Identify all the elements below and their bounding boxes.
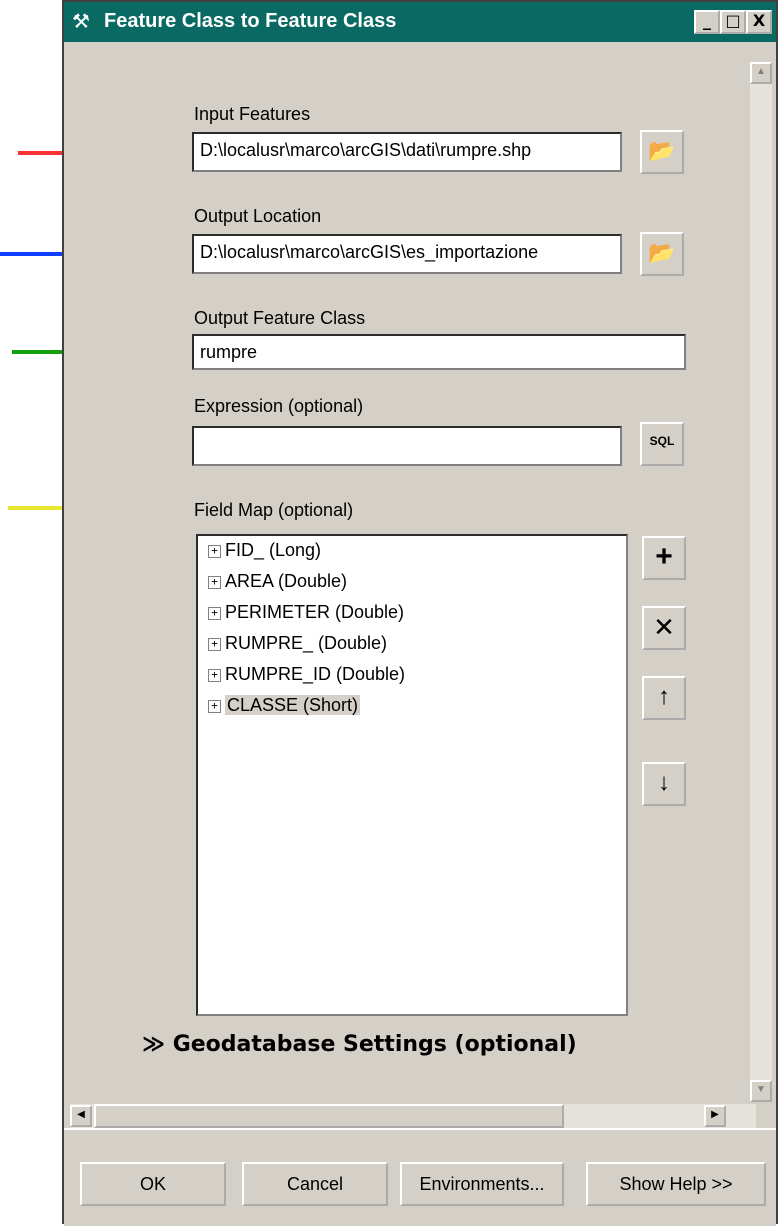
show-help-button[interactable]: Show Help >> <box>586 1162 766 1206</box>
add-field-button[interactable]: + <box>642 536 686 580</box>
window-title: Feature Class to Feature Class <box>104 10 397 32</box>
horizontal-scrollbar[interactable]: ◀ ▶ <box>70 1104 756 1128</box>
browse-output-button[interactable]: 📂 <box>640 232 684 276</box>
expand-icon[interactable]: + <box>208 668 221 682</box>
dialog-button-bar: OK Cancel Environments... Show Help >> <box>64 1128 776 1226</box>
ok-button[interactable]: OK <box>80 1162 226 1206</box>
scroll-thumb[interactable] <box>94 1104 564 1128</box>
list-item[interactable]: + AREA (Double) <box>208 571 347 592</box>
list-item[interactable]: + FID_ (Long) <box>208 540 321 561</box>
expand-icon[interactable]: + <box>208 544 221 558</box>
maximize-button[interactable]: □ <box>720 10 746 34</box>
output-feature-class-field[interactable]: rumpre <box>192 334 686 370</box>
scroll-up-button[interactable]: ▲ <box>750 62 772 84</box>
expand-icon[interactable]: + <box>208 575 221 589</box>
sql-icon: SQL <box>649 434 675 448</box>
arrow-up-icon: ↑ <box>658 683 670 710</box>
sql-button[interactable]: SQL <box>640 422 684 466</box>
arrow-down-icon: ↓ <box>658 769 670 796</box>
output-location-field[interactable]: D:\localusr\marco\arcGIS\es_importazione <box>192 234 622 274</box>
vertical-scrollbar[interactable]: ▲ ▼ <box>750 62 772 1102</box>
output-feature-class-label: Output Feature Class <box>194 308 366 328</box>
plus-icon: + <box>655 540 673 573</box>
folder-open-icon: 📂 <box>648 138 676 163</box>
cancel-button[interactable]: Cancel <box>242 1162 388 1206</box>
dialog-window: ⚒ Feature Class to Feature Class _ □ X I… <box>62 0 778 1226</box>
scroll-left-button[interactable]: ◀ <box>70 1105 92 1127</box>
close-icon: ✕ <box>653 612 675 642</box>
output-location-label: Output Location <box>194 206 322 226</box>
close-button[interactable]: X <box>746 10 772 34</box>
chevron-down-icon: ≫ <box>142 1032 173 1057</box>
scroll-down-button[interactable]: ▼ <box>750 1080 772 1102</box>
expand-icon[interactable]: + <box>208 606 221 620</box>
move-down-button[interactable]: ↓ <box>642 762 686 806</box>
list-item[interactable]: + RUMPRE_ (Double) <box>208 633 387 654</box>
delete-field-button[interactable]: ✕ <box>642 606 686 650</box>
expression-field[interactable] <box>192 426 622 466</box>
expression-label: Expression (optional) <box>194 396 364 416</box>
minimize-button[interactable]: _ <box>694 10 720 34</box>
field-map-list[interactable]: + FID_ (Long) + AREA (Double) + PERIMETER (… <box>196 534 628 1016</box>
geodatabase-settings-toggle[interactable]: ≫ Geodatabase Settings (optional) <box>142 1032 577 1057</box>
input-features-label: Input Features <box>194 104 311 124</box>
move-up-button[interactable]: ↑ <box>642 676 686 720</box>
field-map-label: Field Map (optional) <box>194 500 354 520</box>
browse-input-button[interactable]: 📂 <box>640 130 684 174</box>
expand-icon[interactable]: + <box>208 699 221 713</box>
list-item[interactable]: + PERIMETER (Double) <box>208 602 404 623</box>
title-bar[interactable]: ⚒ Feature Class to Feature Class _ □ X <box>64 2 776 42</box>
environments-button[interactable]: Environments... <box>400 1162 564 1206</box>
expand-icon[interactable]: + <box>208 637 221 651</box>
scroll-right-button[interactable]: ▶ <box>704 1105 726 1127</box>
input-features-field[interactable]: D:\localusr\marco\arcGIS\dati\rumpre.shp <box>192 132 622 172</box>
hammer-icon: ⚒ <box>72 11 90 33</box>
list-item[interactable]: + RUMPRE_ID (Double) <box>208 664 405 685</box>
list-item-selected[interactable]: + CLASSE (Short) <box>208 695 361 716</box>
folder-open-icon: 📂 <box>648 240 676 265</box>
